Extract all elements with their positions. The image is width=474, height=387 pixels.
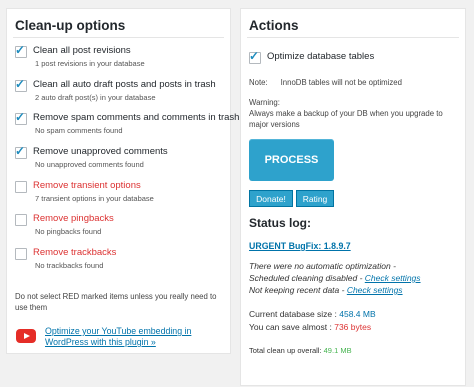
option-label: Clean all post revisions	[33, 45, 131, 56]
divider	[13, 37, 224, 38]
cleanup-options-title: Clean-up options	[15, 18, 126, 33]
checkmark-icon: ✓	[15, 77, 26, 91]
log-line-no-optimization: There were no automatic optimization -	[249, 261, 396, 271]
savings-label: You can save almost :	[249, 322, 335, 332]
actions-title: Actions	[249, 18, 299, 33]
db-size-value: 458.4 MB	[339, 309, 376, 319]
checkmark-icon: ✓	[15, 144, 26, 158]
option-detail: No unapproved comments found	[35, 160, 144, 169]
checkmark-icon: ✓	[15, 110, 26, 124]
total-cleanup-value: 49.1 MB	[323, 346, 352, 355]
option-label: Clean all auto draft posts and posts in …	[33, 79, 216, 90]
option-detail: No trackbacks found	[35, 261, 104, 270]
cleanup-options-panel: Clean-up options ✓ Clean all post revisio…	[6, 8, 239, 354]
option-label: Remove trackbacks	[33, 247, 117, 258]
option-label: Remove unapproved comments	[33, 146, 168, 157]
red-items-warning: Do not select RED marked items unless yo…	[15, 292, 217, 312]
optimize-tables-checkbox[interactable]: ✓	[249, 49, 261, 64]
savings-value: 736 bytes	[334, 322, 372, 332]
backup-warning: Always make a backup of your DB when you…	[249, 109, 443, 129]
option-detail: 1 post revisions in your database	[35, 59, 145, 68]
log-line-recent-data: Not keeping recent data - Check settings	[249, 285, 403, 295]
savings-stat: You can save almost : 736 bytes	[249, 322, 371, 332]
option-detail: 7 transient options in your database	[35, 194, 154, 203]
option-checkbox[interactable]: ✓	[15, 43, 27, 58]
option-checkbox[interactable]	[15, 214, 27, 226]
option-checkbox[interactable]: ✓	[15, 77, 27, 92]
total-cleanup-stat: Total clean up overall: 49.1 MB	[249, 346, 352, 355]
total-cleanup-label: Total clean up overall:	[249, 346, 324, 355]
option-checkbox[interactable]	[15, 248, 27, 260]
check-settings-link-recent[interactable]: Check settings	[347, 285, 403, 295]
urgent-bugfix-link[interactable]: URGENT BugFix: 1.8.9.7	[249, 241, 351, 251]
option-checkbox[interactable]	[15, 181, 27, 193]
status-log-title: Status log:	[249, 216, 311, 230]
option-label: Remove transient options	[33, 180, 141, 191]
rating-button[interactable]: Rating	[296, 190, 334, 207]
checkmark-icon: ✓	[15, 43, 26, 57]
log-recent-text: Not keeping recent data -	[249, 285, 347, 295]
checkmark-icon: ✓	[249, 49, 260, 63]
youtube-icon	[16, 329, 36, 343]
process-button[interactable]: PROCESS	[249, 139, 334, 181]
check-settings-link-schedule[interactable]: Check settings	[365, 273, 421, 283]
option-label: Remove pingbacks	[33, 213, 114, 224]
option-detail: No spam comments found	[35, 126, 123, 135]
option-label: Remove spam comments and comments in tra…	[33, 112, 240, 123]
divider	[247, 37, 459, 38]
option-detail: 2 auto draft post(s) in your database	[35, 93, 156, 102]
actions-panel: Actions ✓ Optimize database tables Note:…	[240, 8, 466, 386]
innodb-note: Note: InnoDB tables will not be optimize…	[249, 78, 402, 87]
db-size-stat: Current database size : 458.4 MB	[249, 309, 376, 319]
log-scheduled-text: Scheduled cleaning disabled -	[249, 273, 365, 283]
option-checkbox[interactable]: ✓	[15, 144, 27, 159]
option-checkbox[interactable]: ✓	[15, 110, 27, 125]
optimize-tables-label: Optimize database tables	[267, 51, 375, 62]
db-size-label: Current database size :	[249, 309, 340, 319]
youtube-plugin-link[interactable]: Optimize your YouTube embedding in WordP…	[45, 326, 215, 348]
warning-title: Warning:	[249, 98, 280, 107]
donate-button[interactable]: Donate!	[249, 190, 293, 207]
option-detail: No pingbacks found	[35, 227, 102, 236]
log-line-scheduled: Scheduled cleaning disabled - Check sett…	[249, 273, 421, 283]
